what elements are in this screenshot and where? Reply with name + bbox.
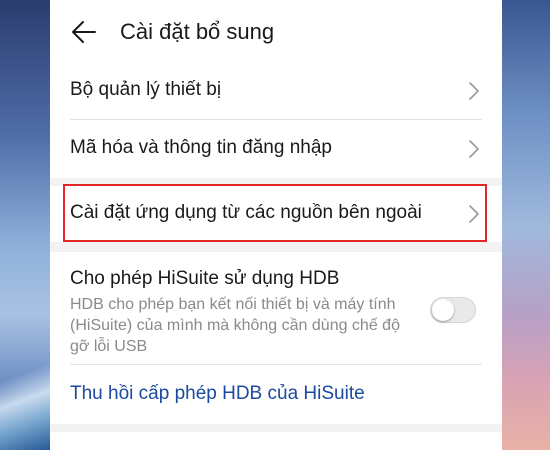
chevron-right-icon xyxy=(469,82,479,100)
revoke-hdb-link[interactable]: Thu hồi cấp phép HDB của HiSuite xyxy=(70,383,365,405)
toggle-knob xyxy=(432,299,454,321)
encryption-credentials-label: Mã hóa và thông tin đăng nhập xyxy=(70,137,332,158)
divider xyxy=(70,364,482,365)
wallpaper-left-edge xyxy=(0,0,50,450)
device-manager-label: Bộ quản lý thiết bị xyxy=(70,79,222,100)
settings-group-security: Bộ quản lý thiết bị Mã hóa và thông tin … xyxy=(50,62,502,178)
hdb-toggle-description: HDB cho phép bạn kết nối thiết bị và máy… xyxy=(70,296,400,355)
highlight-box xyxy=(63,184,487,242)
app-bar: Cài đặt bổ sung xyxy=(50,0,502,62)
settings-group-next xyxy=(50,432,502,450)
hdb-toggle-title: Cho phép HiSuite sử dụng HDB xyxy=(70,268,340,289)
settings-screen: Cài đặt bổ sung Bộ quản lý thiết bị Mã h… xyxy=(50,0,502,450)
encryption-credentials-item[interactable]: Mã hóa và thông tin đăng nhập xyxy=(50,120,502,178)
arrow-left-icon[interactable] xyxy=(70,18,98,46)
chevron-right-icon xyxy=(469,140,479,158)
hdb-toggle-switch[interactable] xyxy=(430,297,476,323)
page-title: Cài đặt bổ sung xyxy=(120,19,275,44)
wallpaper-right-edge xyxy=(502,0,550,450)
device-manager-item[interactable]: Bộ quản lý thiết bị xyxy=(50,62,502,120)
